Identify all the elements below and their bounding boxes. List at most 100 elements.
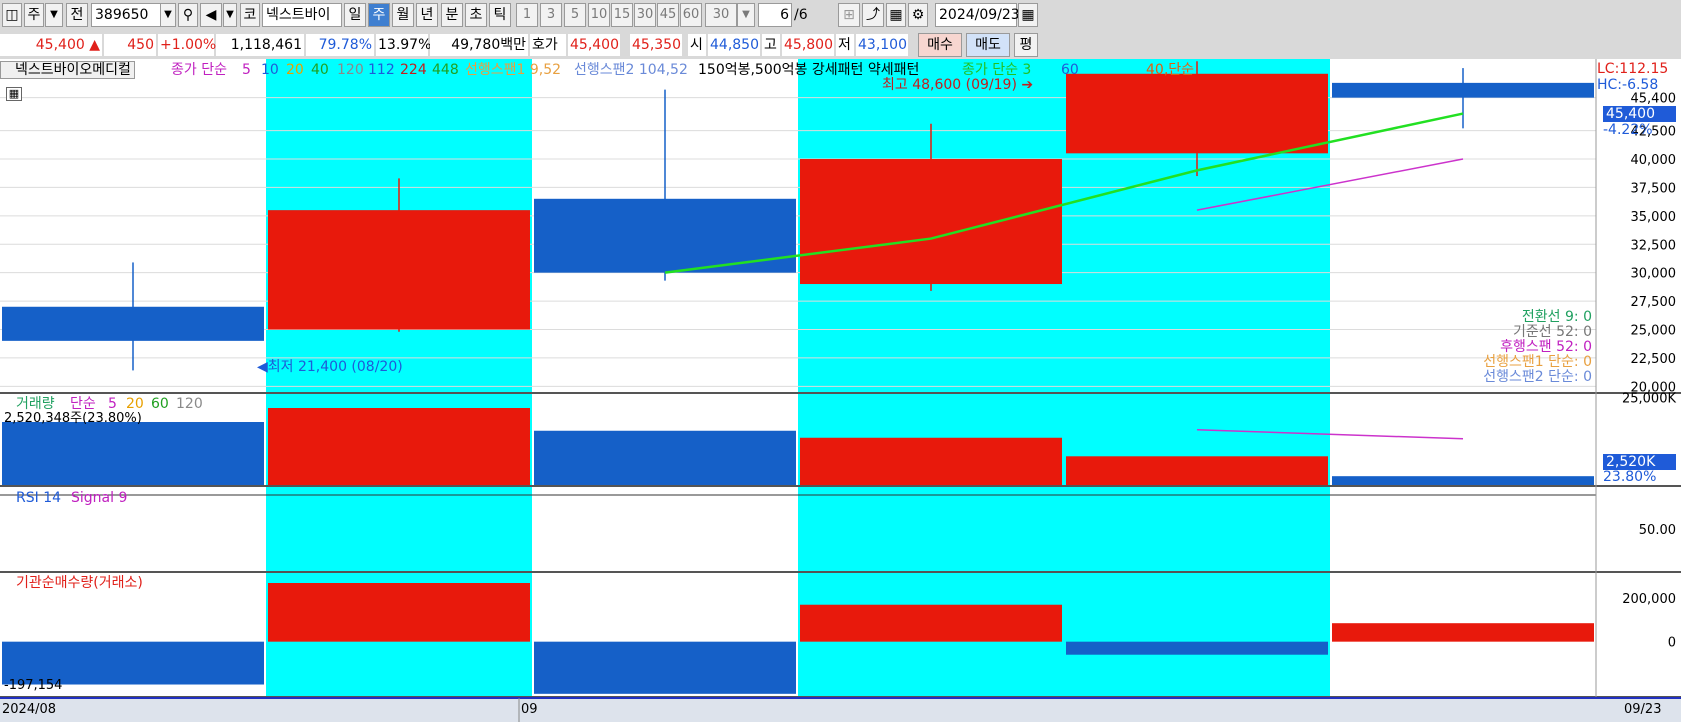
search-icon[interactable]: ⚲ [178, 3, 198, 27]
volume-current: 2,520,348주(23.80%) [4, 411, 142, 426]
volume-tick-label: 25,000K [1622, 392, 1676, 407]
quote-amount: 49,780백만 [430, 34, 528, 56]
price-value: 45,400 [35, 37, 85, 53]
ichimoku-span1: 선행스팬1 단순: 0 [1483, 354, 1592, 370]
chart-area: 20,00022,50025,00027,50030,00032,50035,0… [0, 59, 1681, 722]
quote-bar: 45,400 ▲ 450 +1.00% 1,118,461 79.78% 13.… [0, 31, 1681, 59]
period-second[interactable]: 초 [465, 3, 487, 27]
lc-value: LC:112.15 [1597, 61, 1669, 77]
grid-toggle-icon[interactable]: ▦ [6, 87, 22, 101]
minute-10[interactable]: 10 [588, 3, 610, 27]
legend-ma-5: 5 [242, 62, 251, 78]
price-tick-label: 32,500 [1631, 238, 1677, 253]
inst-bar [800, 604, 1062, 642]
minute-1[interactable]: 1 [516, 3, 538, 27]
period-week[interactable]: 주 [368, 3, 390, 27]
quote-change-pct: +1.00% [158, 34, 216, 56]
volume-bar [534, 430, 796, 485]
legend-ma3: 40,단순 [1146, 62, 1195, 78]
price-tick-label: 45,400 [1631, 92, 1677, 107]
code-prefix: 코 [240, 3, 260, 27]
minute-3[interactable]: 3 [540, 3, 562, 27]
candle-body [800, 159, 1062, 285]
minute-5[interactable]: 5 [564, 3, 586, 27]
high-label: 고 [762, 34, 780, 56]
inst-bar [534, 641, 796, 694]
minute-select[interactable]: 30 [705, 3, 737, 27]
high-value: 45,800 [782, 34, 834, 56]
minute-15[interactable]: 15 [611, 3, 633, 27]
period-month[interactable]: 월 [392, 3, 414, 27]
x-label-aug: 2024/08 [2, 702, 57, 717]
stock-name-field[interactable]: 넥스트바이 [262, 3, 342, 27]
period-year[interactable]: 년 [416, 3, 438, 27]
prev-button[interactable]: 전 [66, 3, 88, 27]
volume-tag: 2,520K [1603, 454, 1676, 470]
volume-ma-120: 120 [176, 396, 203, 412]
candle-body [2, 306, 264, 341]
toolbar: ◫ 주 ▼ 전 389650 ▼ ⚲ ◀ ▼ 코 넥스트바이 일 주 월 년 분… [0, 0, 1681, 31]
rsi-tick-label: 50.00 [1639, 523, 1676, 538]
price-tick-label: 37,500 [1631, 181, 1677, 196]
inst-title: 기관순매수량(거래소) [16, 575, 143, 591]
pct-tag: -4.22% [1603, 122, 1653, 138]
sell-button[interactable]: 매도 [966, 33, 1010, 57]
calendar-icon[interactable]: ▦ [1018, 3, 1038, 27]
inst-bar [1066, 641, 1328, 655]
buy-button[interactable]: 매수 [918, 33, 962, 57]
page-input[interactable]: 6 [758, 3, 792, 27]
bid1: 45,400 [568, 34, 620, 56]
inst-min: -197,154 [4, 678, 63, 693]
code-input[interactable]: 389650 [91, 3, 161, 27]
rsi-title: RSI 14 [16, 490, 62, 506]
legend-ma2-label: 종가 단순 3 [962, 62, 1032, 78]
code-dropdown-icon[interactable]: ▼ [160, 3, 176, 27]
minute-60[interactable]: 60 [680, 3, 702, 27]
legend-ma-20: 20 [286, 62, 304, 78]
min-label: ◀최저 21,400 (08/20) [257, 359, 403, 375]
minute-45[interactable]: 45 [657, 3, 679, 27]
price-tag: 45,400 [1603, 106, 1676, 122]
legend-ma-label: 종가 단순 [171, 62, 227, 78]
rsi-signal: Signal 9 [71, 490, 128, 506]
volume-bar [800, 437, 1062, 485]
legend-ma-10: 10 [261, 62, 279, 78]
legend-ma-224: 224 [400, 62, 427, 78]
page-total: /6 [794, 7, 808, 23]
low-label: 저 [836, 34, 854, 56]
minute-30[interactable]: 30 [634, 3, 656, 27]
chevron-down-icon[interactable]: ▼ [223, 3, 237, 27]
legend-ma-40: 40 [311, 62, 329, 78]
save-icon[interactable]: ▦ [886, 3, 906, 27]
chevron-down-icon[interactable]: ▼ [45, 3, 63, 27]
x-axis-bar [0, 698, 1681, 722]
y-axis-labels: 20,00022,50025,00027,50030,00032,50035,0… [1622, 92, 1676, 651]
eval-button[interactable]: 평 [1014, 33, 1038, 57]
inst-tick-label: 0 [1668, 636, 1676, 651]
period-minute[interactable]: 분 [441, 3, 463, 27]
quote-price: 45,400 ▲ [0, 34, 102, 56]
arrow-left-icon: ◀ [257, 359, 268, 375]
open-label: 시 [688, 34, 706, 56]
legend-span2: 선행스팬2 104,52 [574, 62, 688, 78]
min-label-text: 최저 21,400 (08/20) [267, 359, 403, 375]
candle-icon[interactable]: ⊞ [838, 3, 860, 27]
chart-settings-icon[interactable]: ◫ [2, 3, 22, 27]
gear-icon[interactable]: ⚙ [908, 3, 928, 27]
period-tick[interactable]: 틱 [489, 3, 511, 27]
legend-stock-name[interactable]: 넥스트바이오메디컬 [0, 61, 135, 79]
date-input[interactable]: 2024/09/23 [935, 3, 1020, 27]
quote-ratio2: 13.97% [376, 34, 431, 56]
volume-ma-label: 단순 [70, 396, 96, 412]
speaker-icon[interactable]: ◀ [200, 3, 222, 27]
chevron-down-icon[interactable]: ▼ [737, 3, 755, 27]
inst-tick-label: 200,000 [1622, 592, 1676, 607]
period-day[interactable]: 일 [344, 3, 366, 27]
max-label: 최고 48,600 (09/19) ➔ [882, 77, 1033, 93]
price-tick-label: 35,000 [1631, 210, 1677, 225]
trend-icon[interactable]: ⤴ [862, 3, 884, 27]
volume-bar [268, 408, 530, 485]
period-unit-select[interactable]: 주 [24, 3, 44, 27]
candle-body [268, 210, 530, 330]
quote-change: 450 [104, 34, 156, 56]
